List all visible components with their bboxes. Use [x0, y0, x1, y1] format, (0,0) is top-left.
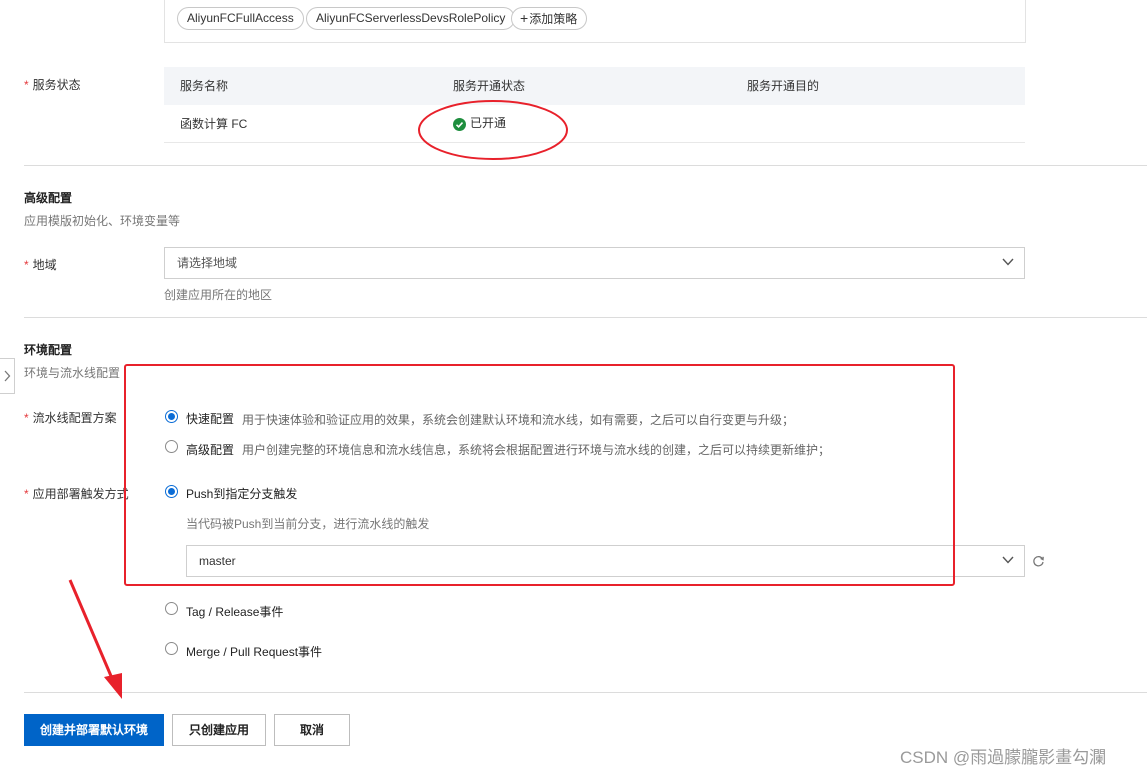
watermark: CSDN @雨過朦朧影畫勾瀾	[900, 748, 1107, 767]
required-mark: *	[24, 258, 29, 272]
col-service-name: 服务名称	[180, 79, 229, 93]
tag-release-label[interactable]: Tag / Release事件	[186, 603, 283, 620]
annotation-ellipse	[418, 100, 568, 160]
chevron-down-icon	[1002, 556, 1014, 564]
service-status-label: * 服务状态	[24, 78, 81, 92]
annotation-rectangle	[124, 364, 955, 586]
radio-tag-release[interactable]	[165, 602, 178, 615]
side-expand-tab[interactable]	[0, 358, 15, 394]
annotation-arrow	[68, 579, 122, 699]
region-select[interactable]: 请选择地域	[164, 247, 1025, 279]
divider	[24, 692, 1147, 693]
table-row	[164, 105, 1025, 143]
required-mark: *	[24, 487, 29, 501]
service-name-cell: 函数计算 FC	[180, 117, 248, 131]
region-select-placeholder: 请选择地域	[177, 256, 238, 270]
chevron-down-icon	[1002, 258, 1014, 266]
advanced-section-desc: 应用模版初始化、环境变量等	[24, 214, 181, 228]
refresh-icon[interactable]	[1032, 555, 1045, 568]
required-mark: *	[24, 411, 29, 425]
col-service-purpose: 服务开通目的	[747, 79, 820, 93]
env-section-desc: 环境与流水线配置	[24, 366, 121, 380]
required-mark: *	[24, 78, 29, 92]
advanced-section-title: 高级配置	[24, 191, 73, 205]
plus-icon: +	[520, 10, 529, 26]
service-table-header	[164, 67, 1025, 105]
divider	[24, 165, 1147, 166]
divider	[24, 317, 1147, 318]
region-hint: 创建应用所在的地区	[164, 288, 273, 302]
add-policy-button[interactable]: +添加策略	[511, 7, 588, 30]
create-only-button[interactable]: 只创建应用	[172, 714, 266, 746]
pipeline-label: * 流水线配置方案	[24, 411, 117, 425]
cancel-button[interactable]: 取消	[274, 714, 350, 746]
env-section-title: 环境配置	[24, 343, 73, 357]
policy-tag-fc-full-access[interactable]: AliyunFCFullAccess	[177, 7, 304, 30]
create-and-deploy-button[interactable]: 创建并部署默认环境	[24, 714, 164, 746]
region-label: * 地域	[24, 258, 57, 272]
radio-merge-request[interactable]	[165, 642, 178, 655]
policy-tag-serverless-devs-role[interactable]: AliyunFCServerlessDevsRolePolicy	[306, 7, 516, 30]
trigger-label: * 应用部署触发方式	[24, 487, 129, 501]
chevron-right-icon	[4, 370, 11, 382]
add-policy-label: 添加策略	[529, 12, 578, 26]
merge-request-label[interactable]: Merge / Pull Request事件	[186, 643, 322, 660]
